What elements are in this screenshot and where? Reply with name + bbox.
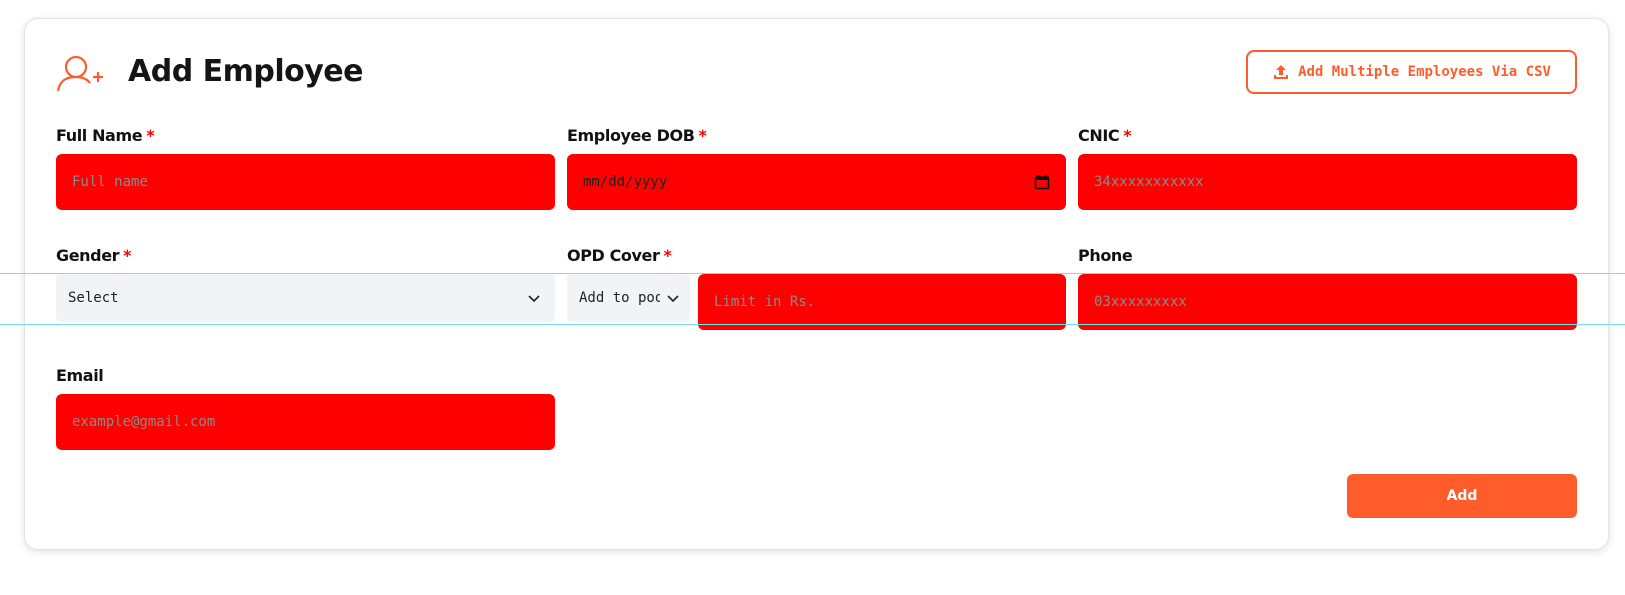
email-label: Email (56, 366, 104, 385)
add-button[interactable]: Add (1347, 474, 1577, 518)
opd-limit-input[interactable] (698, 274, 1066, 330)
add-user-icon (56, 55, 103, 92)
required-marker: * (123, 246, 132, 265)
upload-icon (1274, 65, 1289, 79)
gender-label-text: Gender (56, 246, 120, 265)
chevron-down-icon (528, 295, 540, 303)
gender-label: Gender * (56, 246, 132, 265)
email-input[interactable] (56, 394, 555, 450)
opd-cover-selected-value: Add to pool (579, 290, 660, 306)
email-label-text: Email (56, 366, 104, 385)
page-title: Add Employee (128, 54, 363, 89)
full-name-label-text: Full Name (56, 126, 143, 145)
full-name-input[interactable] (56, 154, 555, 210)
chevron-down-icon (667, 295, 679, 303)
gender-selected-value: Select (68, 290, 119, 306)
dob-placeholder: mm/dd/yyyy (583, 174, 668, 190)
dob-label-text: Employee DOB (567, 126, 695, 145)
opd-cover-label-text: OPD Cover (567, 246, 660, 265)
gender-select[interactable]: Select (56, 274, 555, 322)
guide-line-bottom (0, 324, 1625, 325)
required-marker: * (1123, 126, 1132, 145)
cnic-input[interactable] (1078, 154, 1577, 210)
calendar-icon[interactable] (1034, 174, 1050, 190)
cnic-label-text: CNIC (1078, 126, 1120, 145)
add-multiple-employees-csv-button[interactable]: Add Multiple Employees Via CSV (1246, 50, 1577, 94)
full-name-label: Full Name * (56, 126, 155, 145)
guide-line-top (0, 273, 1625, 274)
phone-label-text: Phone (1078, 246, 1133, 265)
phone-input[interactable] (1078, 274, 1577, 330)
dob-input[interactable]: mm/dd/yyyy (567, 154, 1066, 210)
phone-label: Phone (1078, 246, 1133, 265)
required-marker: * (146, 126, 155, 145)
dob-label: Employee DOB * (567, 126, 707, 145)
cnic-label: CNIC * (1078, 126, 1132, 145)
opd-cover-select[interactable]: Add to pool (567, 274, 690, 322)
opd-cover-label: OPD Cover * (567, 246, 672, 265)
required-marker: * (698, 126, 707, 145)
csv-button-label: Add Multiple Employees Via CSV (1298, 64, 1551, 80)
required-marker: * (663, 246, 672, 265)
